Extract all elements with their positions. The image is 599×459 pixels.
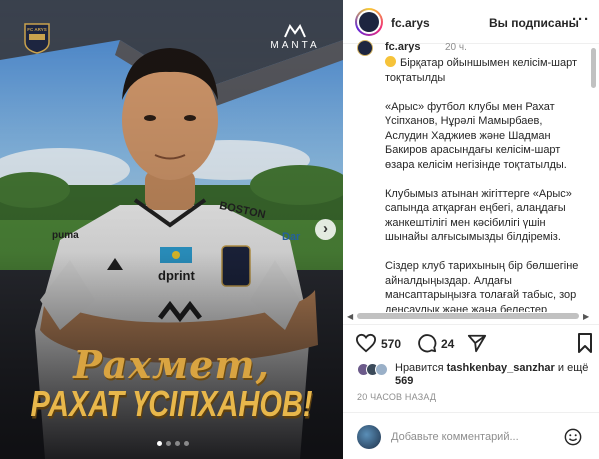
likes-summary: Нравится tashkenbay_sanzhar и ещё 569 (357, 362, 593, 392)
post-caption: fc.arys 20 ч. Бірқатар ойыншымен келісім… (357, 40, 583, 312)
like-count[interactable]: 570 (381, 337, 401, 351)
caption-paragraph-text: Бірқатар ойыншымен келісім-шарт тоқтатыл… (385, 57, 578, 84)
carousel-dot (184, 441, 189, 446)
post-player-name: РАХАТ ҮСІПХАНОВ! (30, 384, 313, 425)
carousel-dots (157, 441, 189, 446)
comment-bar: Добавьте комментарий... (343, 420, 599, 454)
liker-username[interactable]: tashkenbay_sanzhar (447, 362, 555, 374)
carousel-dot (157, 441, 162, 446)
caption-paragraph: Сіздер клуб тарихының бір бөлшегіне айна… (385, 260, 579, 312)
divider (343, 324, 599, 325)
bookmark-icon[interactable] (577, 333, 593, 353)
scroll-right-arrow-icon[interactable]: ▶ (583, 312, 589, 321)
carousel-dot (166, 441, 171, 446)
sad-face-emoji-icon (385, 56, 396, 67)
likes-text: Нравится tashkenbay_sanzhar и ещё (395, 362, 588, 375)
avatar (375, 363, 388, 376)
post-timestamp[interactable]: 20 ЧАСОВ НАЗАД (357, 392, 436, 402)
avatar (357, 425, 381, 449)
liker-avatars[interactable] (357, 363, 391, 377)
heart-icon[interactable] (355, 333, 377, 353)
caption-time: 20 ч. (445, 42, 467, 53)
paper-plane-icon[interactable] (467, 333, 487, 353)
post-media[interactable]: dprint BOSTON Dar puma FC ARYS MANTA › Р… (0, 0, 343, 459)
likes-and-more: и ещё (557, 362, 589, 374)
carousel-next-button[interactable]: › (315, 219, 336, 240)
likes-prefix: Нравится (395, 362, 444, 374)
divider (343, 412, 599, 413)
header-username[interactable]: fc.arys (391, 16, 430, 30)
caption-header: fc.arys 20 ч. (357, 40, 583, 56)
post-side-panel: fc.arys Вы подписаны ··· fc.arys 20 ч. Б… (343, 0, 599, 459)
comment-count[interactable]: 24 (441, 337, 454, 351)
sponsor-logo: MANTA (263, 24, 327, 51)
fc-arys-crest-icon: FC ARYS (24, 23, 50, 54)
more-horizontal-icon[interactable]: ··· (572, 11, 590, 28)
avatar-image (359, 12, 379, 32)
avatar[interactable] (355, 8, 383, 36)
post-header: fc.arys Вы подписаны ··· (343, 0, 599, 44)
carousel-dot (175, 441, 180, 446)
caption-username[interactable]: fc.arys (385, 40, 420, 55)
comment-bubble-icon[interactable] (417, 333, 437, 353)
caption-paragraph: «Арыс» футбол клубы мен Рахат Үсіпханов,… (385, 100, 567, 171)
vertical-scrollbar-thumb[interactable] (591, 48, 596, 88)
post-actions: 570 24 (355, 333, 595, 355)
manta-logo-icon (284, 24, 306, 38)
smiley-icon[interactable] (564, 428, 582, 446)
caption-avatar[interactable] (357, 40, 373, 56)
sponsor-wordmark: MANTA (270, 40, 320, 51)
caption-paragraph: Клубымыз атынан жігіттерге «Арыс» сапынд… (385, 187, 572, 244)
horizontal-scrollbar-thumb[interactable] (357, 313, 579, 319)
post-script-title: Рахмет, (73, 342, 270, 387)
follow-status-button[interactable]: Вы подписаны (489, 16, 579, 30)
likes-more-count[interactable]: 569 (395, 375, 413, 388)
svg-text:FC ARYS: FC ARYS (27, 27, 46, 32)
caption-paragraph: Бірқатар ойыншымен келісім-шарт тоқтатыл… (385, 56, 583, 85)
scroll-left-arrow-icon[interactable]: ◀ (347, 312, 353, 321)
avatar-ring-inner (357, 10, 381, 34)
comment-input[interactable]: Добавьте комментарий... (391, 431, 519, 443)
